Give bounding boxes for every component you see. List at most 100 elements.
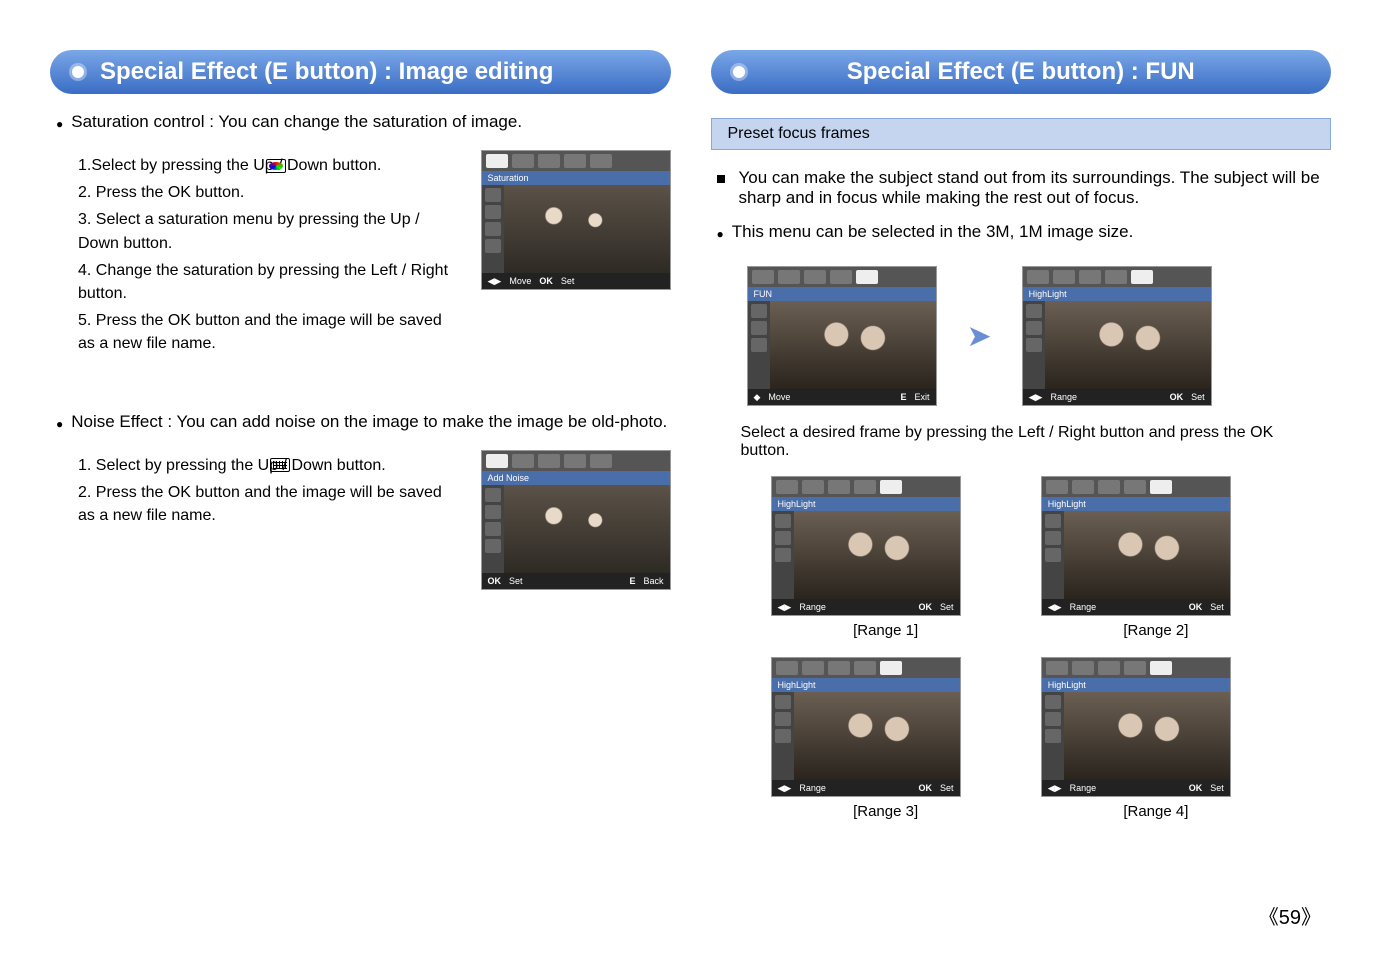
foot-text: Exit xyxy=(914,392,929,402)
tab-icon xyxy=(1046,480,1068,494)
square-bullet-icon xyxy=(717,175,725,183)
tab-icon xyxy=(854,480,876,494)
thumb-body xyxy=(482,185,670,273)
thumb-tabbar xyxy=(1042,477,1230,497)
thumb-side xyxy=(1042,511,1064,599)
foot-ok: OK xyxy=(488,576,502,586)
range-caption: [Range 3] xyxy=(771,803,1001,820)
arrow-icon: ◀▶ xyxy=(1048,602,1062,613)
tab-icon xyxy=(856,270,878,284)
thumb-photo xyxy=(794,511,960,599)
tab-icon xyxy=(1072,480,1094,494)
thumb-label: HighLight xyxy=(772,497,960,511)
para1: You can make the subject stand out from … xyxy=(739,168,1332,208)
foot-text: Range xyxy=(1070,783,1097,793)
thumb-tabbar xyxy=(482,151,670,171)
foot-e: E xyxy=(629,576,635,586)
tab-icon xyxy=(1027,270,1049,284)
para1-row: You can make the subject stand out from … xyxy=(717,168,1332,208)
range-caption: [Range 4] xyxy=(1041,803,1271,820)
thumb-photo xyxy=(770,301,936,389)
thumb-label: HighLight xyxy=(772,678,960,692)
thumb-tabbar xyxy=(482,451,670,471)
foot-text: Set xyxy=(509,576,523,586)
tab-icon xyxy=(1098,480,1120,494)
foot-text: Set xyxy=(940,602,954,612)
thumb-footer: ◀▶ Range OK Set xyxy=(1023,389,1211,405)
step: 1.Select by pressing the Up / Down butto… xyxy=(78,154,463,177)
arrow-icon: ◆ xyxy=(754,392,761,403)
step-text: 1.Select by pressing the Up / Down butto… xyxy=(78,157,381,174)
noise-icon xyxy=(270,458,290,472)
thumb-tabbar xyxy=(1023,267,1211,287)
left-title-text: Special Effect (E button) : Image editin… xyxy=(100,58,553,86)
tab-icon xyxy=(804,270,826,284)
tab-icon xyxy=(752,270,774,284)
arrow-icon: ◀▶ xyxy=(1029,392,1043,403)
tab-icon xyxy=(1124,661,1146,675)
arrow-icon: ◀▶ xyxy=(778,602,792,613)
thumb-footer: ◀▶ Range OK Set xyxy=(772,780,960,796)
saturation-heading-row: ● Saturation control : You can change th… xyxy=(56,112,671,136)
tab-icon xyxy=(486,454,508,468)
foot-text: Back xyxy=(643,576,663,586)
page-number: 《59》 xyxy=(1259,901,1321,930)
foot-text: Range xyxy=(1050,392,1077,402)
highlight-thumb: HighLight ◀▶ Range OK Set xyxy=(1022,266,1212,406)
step: 3. Select a saturation menu by pressing … xyxy=(78,208,463,254)
thumb-label: Add Noise xyxy=(482,471,670,485)
thumb-side xyxy=(1042,692,1064,780)
range-cell: HighLight ◀▶ Range OK Set [Range 2] xyxy=(1041,476,1271,639)
para2-row: ● This menu can be selected in the 3M, 1… xyxy=(717,222,1332,246)
thumb-body xyxy=(1042,692,1230,780)
thumb-footer: OK Set E Back xyxy=(482,573,670,589)
saturation-row: 1.Select by pressing the Up / Down butto… xyxy=(50,150,671,372)
foot-ok: OK xyxy=(1170,392,1184,402)
right-column: Special Effect (E button) : FUN Preset f… xyxy=(711,30,1332,900)
thumb-body xyxy=(772,511,960,599)
thumb-footer: ◀▶ Range OK Set xyxy=(772,599,960,615)
thumb-label: HighLight xyxy=(1042,497,1230,511)
foot-ok: OK xyxy=(918,602,932,612)
thumb-tabbar xyxy=(748,267,936,287)
foot-text: Set xyxy=(1191,392,1205,402)
tab-icon xyxy=(564,454,586,468)
foot-text: Range xyxy=(799,783,826,793)
tab-icon xyxy=(1150,480,1172,494)
step: 4. Change the saturation by pressing the… xyxy=(78,259,463,305)
right-title: Special Effect (E button) : FUN xyxy=(711,50,1332,94)
thumb-body xyxy=(482,485,670,573)
thumb-tabbar xyxy=(1042,658,1230,678)
bullet-icon: ● xyxy=(717,222,724,246)
arrow-icon: ◀▶ xyxy=(778,783,792,794)
tab-icon xyxy=(854,661,876,675)
bullet-icon: ● xyxy=(56,112,63,136)
saturation-steps: 1.Select by pressing the Up / Down butto… xyxy=(50,150,463,372)
foot-text: Move xyxy=(768,392,790,402)
tab-icon xyxy=(590,154,612,168)
tab-icon xyxy=(1105,270,1127,284)
tab-icon xyxy=(830,270,852,284)
foot-ok: OK xyxy=(918,783,932,793)
bullet-icon: ● xyxy=(56,412,63,436)
noise-heading-row: ● Noise Effect : You can add noise on th… xyxy=(56,412,671,436)
arrow-right-icon: ➤ xyxy=(967,319,992,354)
foot-ok: OK xyxy=(539,276,553,286)
title-dot-icon xyxy=(733,66,745,78)
range-caption: [Range 1] xyxy=(771,622,1001,639)
page-number-value: 59 xyxy=(1279,907,1301,929)
tab-icon xyxy=(828,661,850,675)
range-caption: [Range 2] xyxy=(1041,622,1271,639)
range-cell: HighLight ◀▶ Range OK Set [Range 4] xyxy=(1041,657,1271,820)
range-grid: HighLight ◀▶ Range OK Set [Range 1] High… xyxy=(771,476,1272,820)
noise-steps-list: 1. Select by pressing the Up / Down butt… xyxy=(78,454,463,528)
thumb-photo xyxy=(794,692,960,780)
thumb-label: Saturation xyxy=(482,171,670,185)
thumb-footer: ◀▶ Move OK Set xyxy=(482,273,670,289)
tab-icon xyxy=(590,454,612,468)
thumb-label: HighLight xyxy=(1042,678,1230,692)
tab-icon xyxy=(564,154,586,168)
step: 5. Press the OK button and the image wil… xyxy=(78,309,463,355)
tab-icon xyxy=(1046,661,1068,675)
foot-e: E xyxy=(900,392,906,402)
